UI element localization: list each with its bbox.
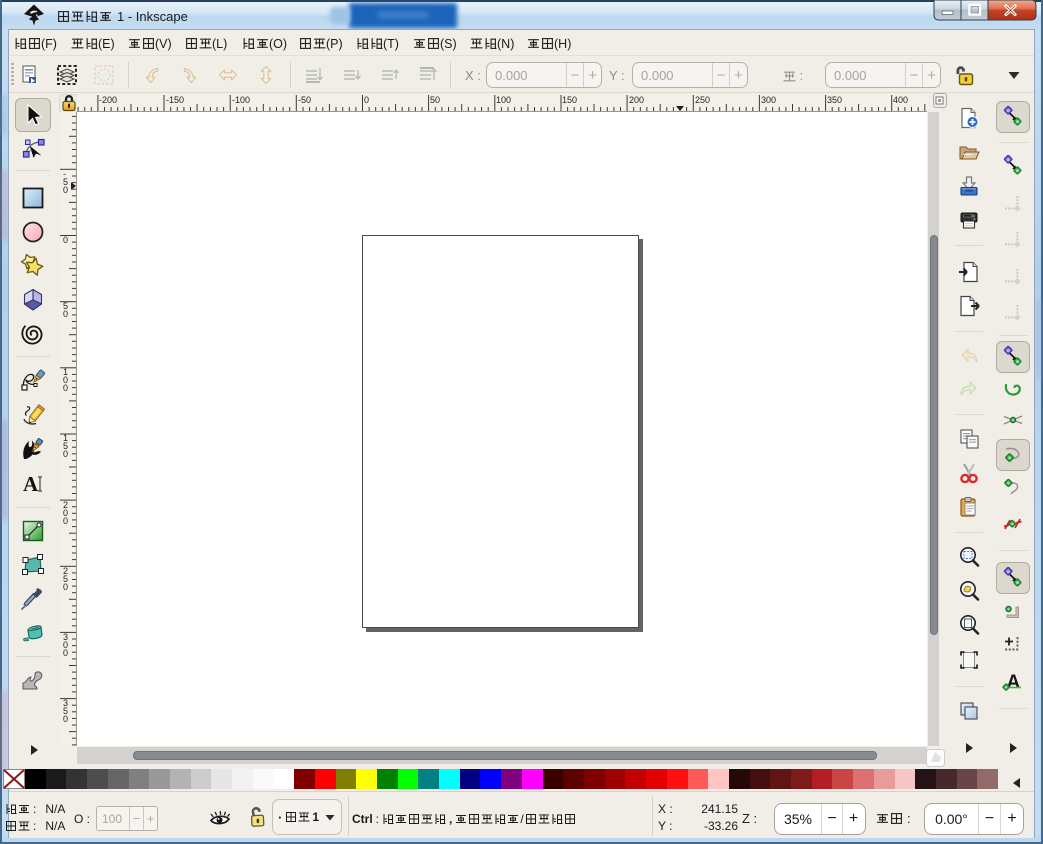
- svg-text:400: 400: [893, 95, 908, 105]
- svg-text:0: 0: [63, 648, 68, 658]
- svg-text:250: 250: [695, 95, 710, 105]
- svg-text:200: 200: [629, 95, 644, 105]
- svg-text:0: 0: [63, 383, 68, 393]
- svg-text:150: 150: [562, 95, 577, 105]
- svg-text:A: A: [23, 472, 39, 496]
- svg-text:0: 0: [63, 516, 68, 526]
- svg-text:50: 50: [430, 95, 440, 105]
- svg-text:0: 0: [63, 449, 68, 459]
- svg-text:0: 0: [63, 582, 68, 592]
- svg-text:A: A: [1007, 672, 1021, 692]
- svg-text:-100: -100: [232, 95, 250, 105]
- svg-text:0: 0: [63, 714, 68, 724]
- svg-text:-50: -50: [298, 95, 311, 105]
- svg-text:350: 350: [827, 95, 842, 105]
- svg-text:-150: -150: [166, 95, 184, 105]
- svg-text:0: 0: [364, 95, 369, 105]
- svg-text:100: 100: [496, 95, 511, 105]
- svg-text:-200: -200: [99, 95, 117, 105]
- svg-text:0: 0: [63, 185, 68, 195]
- svg-text:0: 0: [63, 235, 68, 245]
- svg-text:300: 300: [761, 95, 776, 105]
- svg-text:0: 0: [63, 309, 68, 319]
